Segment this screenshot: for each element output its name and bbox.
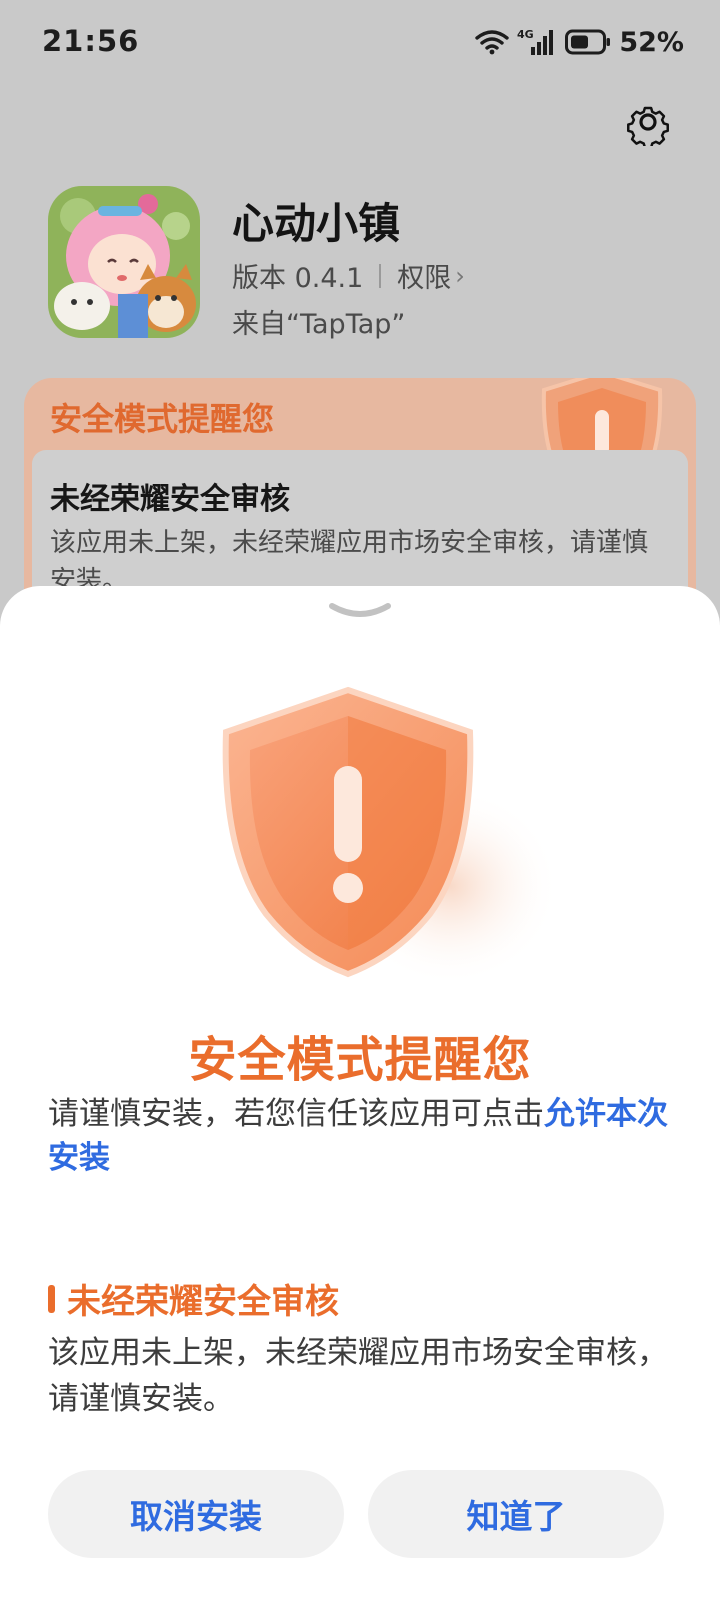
app-meta: 版本 0.4.1 权限 ›	[232, 256, 465, 295]
battery-percentage: 52%	[619, 26, 684, 58]
app-name: 心动小镇	[232, 199, 401, 248]
divider	[379, 263, 382, 288]
cancel-install-button[interactable]: 取消安装	[48, 1470, 344, 1558]
battery-icon	[565, 29, 611, 55]
network-type-label: 4G	[517, 28, 534, 41]
permissions-label: 权限	[397, 263, 452, 294]
cellular-signal-icon: 4G	[517, 28, 554, 55]
app-source: 来自“TapTap”	[232, 309, 406, 340]
wifi-icon	[475, 30, 510, 55]
section-title-text: 未经荣耀安全审核	[67, 1282, 339, 1322]
app-icon	[48, 186, 200, 338]
status-icons: 4G 52%	[475, 26, 684, 58]
app-version: 版本 0.4.1	[232, 263, 364, 294]
sheet-description-text: 请谨慎安装，若您信任该应用可点击	[48, 1096, 544, 1132]
alert-card-subtitle: 未经荣耀安全审核	[50, 482, 290, 517]
chevron-down-icon[interactable]	[326, 600, 394, 624]
gear-icon[interactable]	[624, 98, 672, 146]
sheet-title: 安全模式提醒您	[188, 1032, 532, 1088]
section-title: 未经荣耀安全审核	[48, 1274, 339, 1323]
background-page: 21:56 4G 52% 心动小镇 版本 0.4.1 权限 › 来自“TapTa…	[0, 0, 720, 638]
security-bottom-sheet: 安全模式提醒您 请谨慎安装，若您信任该应用可点击允许本次安装 未经荣耀安全审核 …	[0, 586, 720, 1610]
status-bar: 21:56 4G 52%	[0, 0, 720, 86]
got-it-button[interactable]: 知道了	[368, 1470, 664, 1558]
alert-card-title: 安全模式提醒您	[50, 400, 275, 438]
section-accent-bar	[48, 1284, 55, 1313]
section-description: 该应用未上架，未经荣耀应用市场安全审核，请谨慎安装。	[48, 1335, 668, 1417]
sheet-description: 请谨慎安装，若您信任该应用可点击允许本次安装	[48, 1092, 668, 1180]
shield-warning-icon	[222, 686, 560, 986]
status-time: 21:56	[42, 24, 140, 58]
chevron-right-icon: ›	[455, 261, 465, 290]
permissions-link[interactable]: 权限 ›	[397, 256, 465, 295]
